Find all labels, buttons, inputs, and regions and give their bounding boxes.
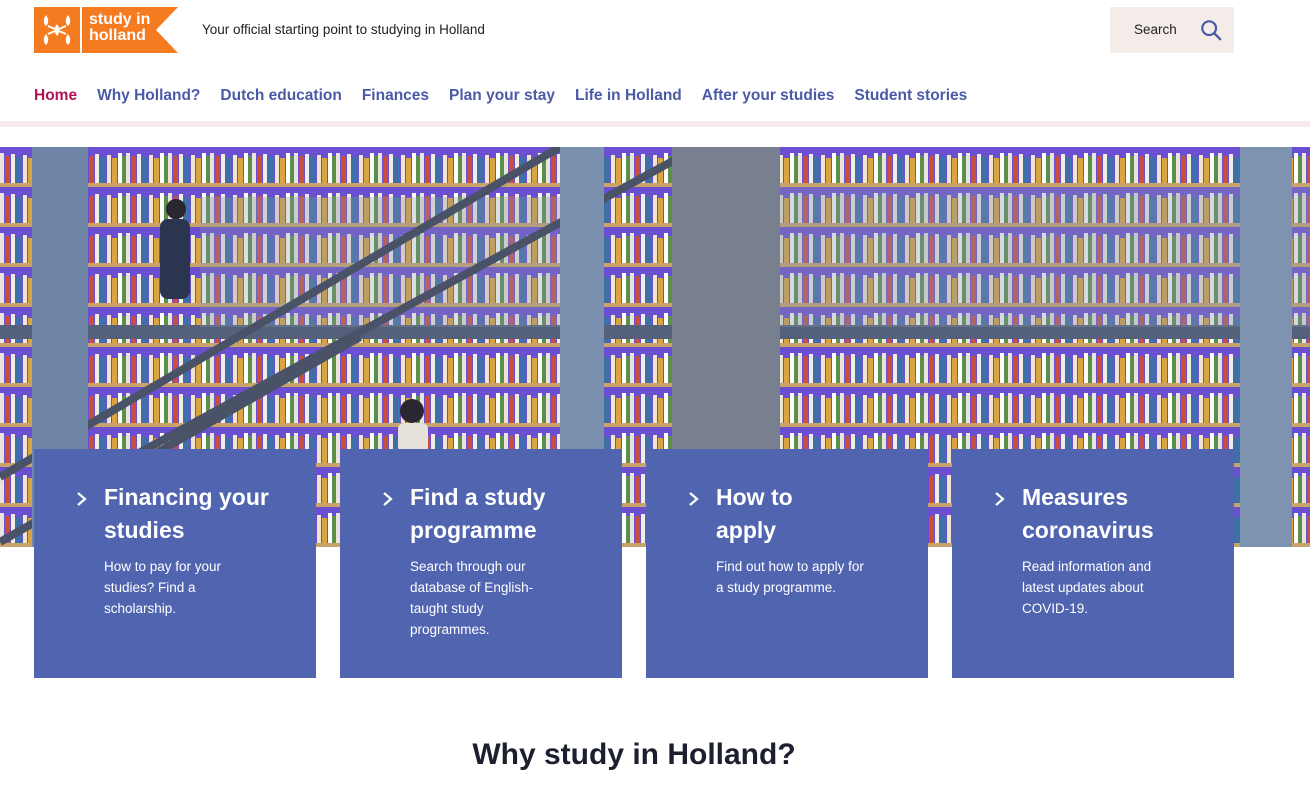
logo-text: study in holland <box>89 12 150 44</box>
card-title: How to apply <box>716 484 793 543</box>
card-title: Financing your studies <box>104 484 269 543</box>
nav-item-life-in-holland[interactable]: Life in Holland <box>565 80 692 124</box>
logo-text-line1: study in <box>89 11 151 28</box>
card-coronavirus[interactable]: Measures coronavirus Read information an… <box>952 449 1234 678</box>
nav-item-plan-your-stay[interactable]: Plan your stay <box>439 80 565 124</box>
search-icon <box>1201 20 1222 41</box>
search-button[interactable]: Search <box>1110 7 1234 53</box>
card-find-programme[interactable]: Find a study programme Search through ou… <box>340 449 622 678</box>
card-description: Find out how to apply for a study progra… <box>716 559 864 595</box>
site-tagline: Your official starting point to studying… <box>202 22 485 37</box>
main-navigation: Home Why Holland? Dutch education Financ… <box>34 80 977 127</box>
nav-item-home[interactable]: Home <box>34 80 87 127</box>
site-header: study in holland Your official starting … <box>0 0 1310 127</box>
nav-item-finances[interactable]: Finances <box>352 80 439 124</box>
logo-text-line2: holland <box>89 27 146 44</box>
nav-item-student-stories[interactable]: Student stories <box>844 80 977 124</box>
section-heading: Why study in Holland? <box>472 738 796 771</box>
nav-item-dutch-education[interactable]: Dutch education <box>210 80 351 124</box>
card-how-to-apply[interactable]: How to apply Find out how to apply for a… <box>646 449 928 678</box>
card-description: Read information and latest updates abou… <box>1022 559 1152 616</box>
card-description: How to pay for your studies? Find a scho… <box>104 559 222 616</box>
nav-item-why-holland[interactable]: Why Holland? <box>87 80 210 124</box>
chevron-right-icon <box>383 492 393 506</box>
chevron-right-icon <box>995 492 1005 506</box>
chevron-right-icon <box>77 492 87 506</box>
card-title: Measures coronavirus <box>1022 484 1154 543</box>
card-description: Search through our database of English-t… <box>410 559 534 637</box>
search-label: Search <box>1134 22 1177 37</box>
chevron-right-icon <box>689 492 699 506</box>
nav-item-after-your-studies[interactable]: After your studies <box>692 80 845 124</box>
card-financing[interactable]: Financing your studies How to pay for yo… <box>34 449 316 678</box>
tulip-logo-icon <box>34 7 80 53</box>
site-logo[interactable]: study in holland <box>34 7 178 53</box>
nav-divider <box>0 121 1310 127</box>
card-title: Find a study programme <box>410 484 546 543</box>
